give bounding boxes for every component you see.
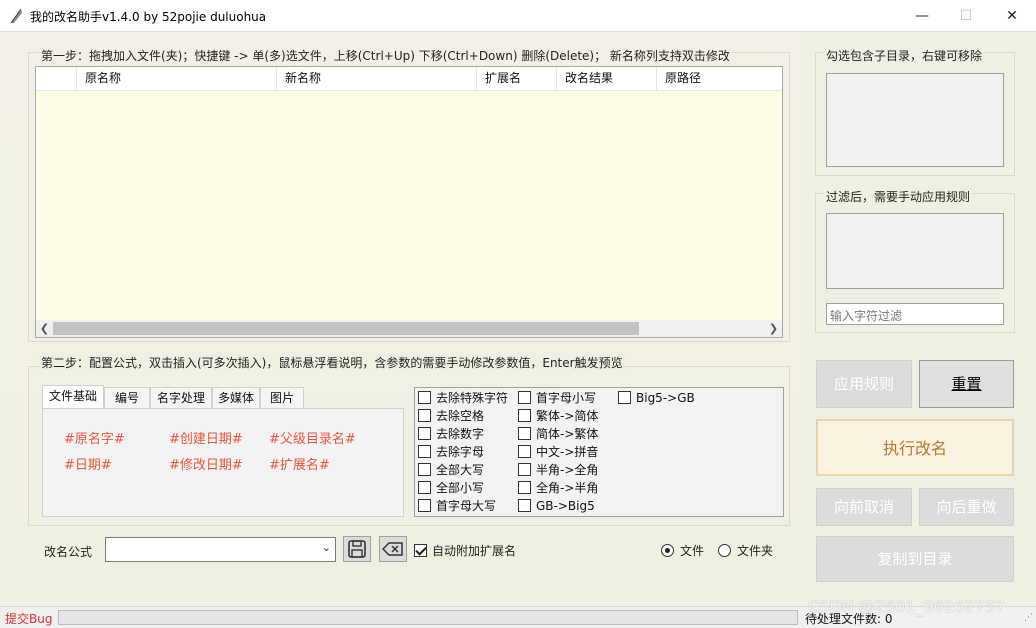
save-icon [348, 540, 366, 558]
option-all-lower[interactable]: 全部小写 [418, 479, 508, 497]
step1-label: 第一步：拖拽加入文件(夹)；快捷键 -> 单(多)选文件，上移(Ctrl+Up)… [39, 47, 732, 64]
formula-combobox[interactable]: ⌄ [105, 537, 336, 562]
auto-extension-checkbox[interactable]: 自动附加扩展名 [414, 542, 516, 559]
scroll-thumb[interactable] [53, 322, 639, 335]
option-remove-space[interactable]: 去除空格 [418, 407, 508, 425]
token-modify-date[interactable]: #修改日期# [169, 454, 243, 473]
option-big5-to-gb[interactable]: Big5->GB [618, 389, 695, 407]
file-list[interactable]: 原名称 新名称 扩展名 改名结果 原路径 ❮ ❯ [35, 66, 783, 338]
formula-label: 改名公式 [44, 545, 93, 559]
option-half-to-full[interactable]: 半角->全角 [518, 461, 598, 479]
tab-multimedia[interactable]: 多媒体 [212, 387, 260, 408]
option-simp-to-trad[interactable]: 简体->繁体 [518, 425, 598, 443]
option-full-to-half[interactable]: 全角->半角 [518, 479, 598, 497]
radio-icon[interactable] [718, 544, 731, 557]
token-date[interactable]: #日期# [64, 454, 112, 473]
resize-grip-icon[interactable]: ⋰ [1024, 613, 1033, 623]
filter-list[interactable] [826, 213, 1004, 289]
execute-rename-button[interactable]: 执行改名 [816, 419, 1014, 476]
option-gb-to-big5[interactable]: GB->Big5 [518, 497, 598, 515]
copy-to-directory-button[interactable]: 复制到目录 [816, 536, 1014, 582]
checkbox-icon[interactable] [518, 445, 531, 458]
step2-label: 第二步：配置公式，双击插入(可多次插入)，鼠标悬浮看说明，含参数的需要手动修改参… [39, 354, 625, 371]
undo-button[interactable]: 向前取消 [816, 488, 912, 526]
subdir-label: 勾选包含子目录，右键可移除 [824, 47, 985, 64]
backspace-icon [382, 542, 403, 556]
checkbox-icon[interactable] [518, 481, 531, 494]
checkbox-icon[interactable] [418, 427, 431, 440]
option-remove-letters[interactable]: 去除字母 [418, 443, 508, 461]
options-panel: 去除特殊字符 去除空格 去除数字 去除字母 全部大写 全部小写 首字母大写 首字… [414, 387, 784, 517]
checkbox-icon[interactable] [418, 499, 431, 512]
col-result[interactable]: 改名结果 [556, 67, 656, 91]
file-list-header: 原名称 新名称 扩展名 改名结果 原路径 [36, 67, 782, 91]
window-title: 我的改名助手v1.4.0 by 52pojie duluohua [30, 10, 267, 24]
formula-tabs: 文件基础 编号 名字处理 多媒体 图片 #原名字# #创建日期# #父级目录名#… [42, 385, 404, 517]
checkbox-checked-icon[interactable] [414, 544, 427, 557]
checkbox-icon[interactable] [518, 391, 531, 404]
filter-placeholder: 输入字符过滤 [830, 309, 903, 323]
checkbox-icon[interactable] [618, 391, 631, 404]
app-feather-icon [10, 8, 22, 24]
option-lowercase-first[interactable]: 首字母小写 [518, 389, 598, 407]
apply-rules-button[interactable]: 应用规则 [816, 360, 912, 408]
submit-bug-link[interactable]: 提交Bug [5, 610, 52, 627]
title-bar: 我的改名助手v1.4.0 by 52pojie duluohua — ☐ ✕ [0, 0, 1036, 32]
radio-folder[interactable]: 文件夹 [718, 542, 773, 559]
checkbox-icon[interactable] [418, 445, 431, 458]
watermark: CSDN @2501_90262737 [808, 597, 1005, 616]
status-bar: 提交Bug 待处理文件数: 0 CSDN @2501_90262737 ⋰ [0, 597, 1036, 628]
scroll-left-icon[interactable]: ❮ [36, 320, 53, 337]
horizontal-scrollbar[interactable]: ❮ ❯ [36, 320, 782, 337]
checkbox-icon[interactable] [518, 463, 531, 476]
reset-button[interactable]: 重置 [919, 360, 1014, 408]
col-original-path[interactable]: 原路径 [656, 67, 782, 91]
filter-input[interactable]: 输入字符过滤 [826, 303, 1004, 325]
tab-image[interactable]: 图片 [260, 387, 304, 408]
tab-file-basic[interactable]: 文件基础 [42, 385, 104, 408]
tab-panel: #原名字# #创建日期# #父级目录名# #日期# #修改日期# #扩展名# [42, 408, 404, 517]
clear-formula-button[interactable] [379, 536, 407, 562]
option-trad-to-simp[interactable]: 繁体->简体 [518, 407, 598, 425]
token-parent-dir[interactable]: #父级目录名# [269, 428, 356, 447]
col-new-name[interactable]: 新名称 [276, 67, 476, 91]
save-formula-button[interactable] [343, 536, 371, 562]
chevron-down-icon[interactable]: ⌄ [322, 541, 331, 554]
maximize-button[interactable]: ☐ [943, 0, 989, 32]
checkbox-icon[interactable] [418, 391, 431, 404]
col-extension[interactable]: 扩展名 [476, 67, 556, 91]
radio-file[interactable]: 文件 [661, 542, 704, 559]
option-to-pinyin[interactable]: 中文->拼音 [518, 443, 598, 461]
token-original-name[interactable]: #原名字# [64, 428, 125, 447]
minimize-button[interactable]: — [899, 0, 945, 32]
redo-button[interactable]: 向后重做 [919, 488, 1014, 526]
option-capitalize[interactable]: 首字母大写 [418, 497, 508, 515]
checkbox-icon[interactable] [418, 463, 431, 476]
token-extension[interactable]: #扩展名# [269, 454, 330, 473]
checkbox-icon[interactable] [418, 409, 431, 422]
close-button[interactable]: ✕ [989, 0, 1035, 32]
tab-name-processing[interactable]: 名字处理 [150, 387, 212, 408]
checkbox-icon[interactable] [518, 499, 531, 512]
progress-bar [58, 610, 798, 625]
option-remove-special[interactable]: 去除特殊字符 [418, 389, 508, 407]
token-create-date[interactable]: #创建日期# [169, 428, 243, 447]
checkbox-icon[interactable] [518, 427, 531, 440]
tab-numbering[interactable]: 编号 [104, 387, 150, 408]
checkbox-icon[interactable] [518, 409, 531, 422]
scroll-right-icon[interactable]: ❯ [765, 320, 782, 337]
checkbox-icon[interactable] [418, 481, 431, 494]
filter-label: 过滤后，需要手动应用规则 [824, 188, 973, 205]
option-remove-digits[interactable]: 去除数字 [418, 425, 508, 443]
col-original-name[interactable]: 原名称 [76, 67, 276, 91]
option-all-upper[interactable]: 全部大写 [418, 461, 508, 479]
radio-selected-icon[interactable] [661, 544, 674, 557]
subdir-list[interactable] [826, 73, 1004, 167]
